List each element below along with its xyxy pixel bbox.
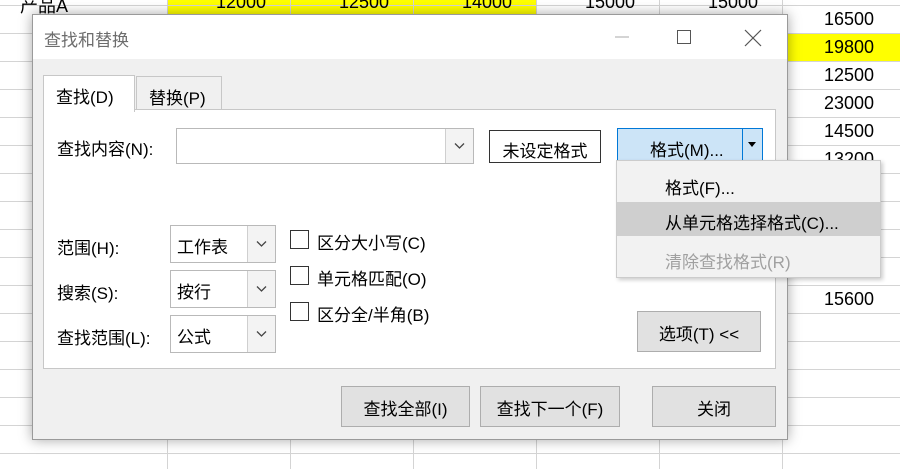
- title-bar[interactable]: 查找和替换: [33, 15, 787, 59]
- scope-value: 工作表: [177, 238, 228, 257]
- minimize-icon: [615, 36, 629, 38]
- format-button-label: 格式(M)...: [650, 141, 724, 160]
- cell-value[interactable]: 15000: [640, 0, 758, 13]
- menu-item-choose-format-from-cell[interactable]: 从单元格选择格式(C)...: [617, 202, 880, 236]
- match-entire-checkbox[interactable]: [290, 266, 309, 285]
- look-in-dropdown[interactable]: [247, 316, 275, 352]
- cell-value[interactable]: 12500: [271, 0, 389, 13]
- options-button-label: 选项(T) <<: [658, 325, 740, 344]
- find-what-dropdown[interactable]: [445, 129, 473, 163]
- maximize-button[interactable]: [661, 15, 707, 59]
- find-all-label: 查找全部(I): [363, 400, 448, 419]
- search-dropdown[interactable]: [247, 271, 275, 307]
- find-next-label: 查找下一个(F): [496, 400, 604, 419]
- minimize-button[interactable]: [599, 15, 645, 59]
- tab-replace-label: 替换(P): [149, 89, 206, 108]
- cell-value[interactable]: 15000: [517, 0, 635, 13]
- search-select[interactable]: 按行: [170, 270, 276, 308]
- look-in-select[interactable]: 公式: [170, 315, 276, 353]
- find-what-combo[interactable]: [176, 128, 474, 164]
- format-preview-text: 未设定格式: [502, 142, 588, 161]
- close-window-button[interactable]: [729, 15, 775, 59]
- menu-item-choose-format-label: 从单元格选择格式(C)...: [665, 214, 839, 233]
- close-button-label: 关闭: [697, 400, 731, 419]
- find-next-button[interactable]: 查找下一个(F): [480, 386, 620, 427]
- match-byte-checkbox[interactable]: [290, 302, 309, 321]
- cell-value[interactable]: 14000: [394, 0, 512, 13]
- cell-value[interactable]: 12000: [148, 0, 266, 13]
- menu-item-clear-format-label: 清除查找格式(R): [665, 253, 791, 272]
- chevron-down-icon: [256, 331, 267, 337]
- format-dropdown-toggle[interactable]: [742, 129, 762, 161]
- format-split-button[interactable]: 格式(M)...: [617, 128, 763, 162]
- find-all-button[interactable]: 查找全部(I): [341, 386, 470, 427]
- maximize-icon: [677, 30, 691, 44]
- menu-item-format[interactable]: 格式(F)...: [617, 167, 880, 201]
- tab-find[interactable]: 查找(D): [43, 75, 135, 112]
- close-icon: [744, 29, 762, 47]
- chevron-down-icon: [454, 143, 465, 149]
- scope-dropdown[interactable]: [247, 226, 275, 262]
- format-preview-box: 未设定格式: [489, 130, 601, 163]
- search-value: 按行: [177, 283, 211, 302]
- match-byte-label[interactable]: 区分全/半角(B): [317, 301, 429, 326]
- chevron-down-icon: [256, 286, 267, 292]
- menu-item-format-label: 格式(F)...: [665, 179, 735, 198]
- close-button[interactable]: 关闭: [652, 386, 776, 427]
- look-in-label: 查找范围(L):: [57, 329, 151, 348]
- chevron-down-icon: [256, 241, 267, 247]
- match-entire-label[interactable]: 单元格匹配(O): [317, 265, 427, 290]
- search-label: 搜索(S):: [57, 284, 119, 303]
- match-case-label[interactable]: 区分大小写(C): [317, 229, 426, 254]
- find-what-label: 查找内容(N):: [57, 140, 154, 159]
- scope-select[interactable]: 工作表: [170, 225, 276, 263]
- tab-replace[interactable]: 替换(P): [136, 76, 222, 110]
- caret-down-icon: [748, 142, 756, 147]
- scope-label: 范围(H):: [57, 239, 120, 258]
- options-button[interactable]: 选项(T) <<: [637, 311, 761, 352]
- tab-find-label: 查找(D): [56, 88, 114, 107]
- format-dropdown-menu: 格式(F)... 从单元格选择格式(C)... 清除查找格式(R): [616, 160, 881, 278]
- dialog-title: 查找和替换: [44, 31, 129, 50]
- look-in-value: 公式: [177, 328, 211, 347]
- menu-item-clear-find-format: 清除查找格式(R): [617, 241, 880, 275]
- match-case-checkbox[interactable]: [290, 230, 309, 249]
